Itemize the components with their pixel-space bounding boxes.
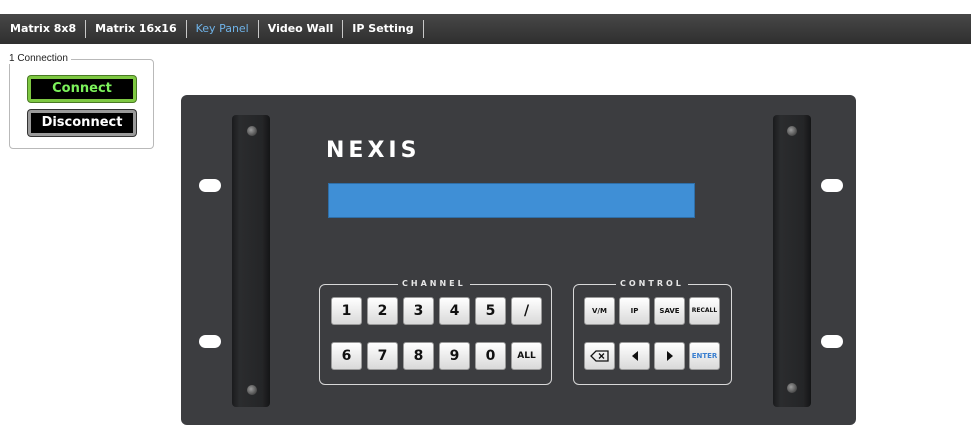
key-panel-device: NEXIS CHANNEL 1 2 3 4 5 / 6 7 8 9 0 ALL … — [181, 95, 856, 425]
channel-group: CHANNEL 1 2 3 4 5 / 6 7 8 9 0 ALL — [319, 278, 552, 385]
screw-icon — [787, 126, 797, 136]
channel-key-1[interactable]: 1 — [331, 297, 362, 325]
channel-key-7[interactable]: 7 — [367, 342, 398, 370]
connection-legend: 1 Connection — [9, 53, 71, 64]
connect-button[interactable]: Connect — [28, 76, 136, 102]
tab-matrix-8x8[interactable]: Matrix 8x8 — [0, 20, 87, 38]
right-rack-handle — [773, 115, 811, 407]
left-rack-handle — [232, 115, 270, 407]
channel-title: CHANNEL — [398, 278, 470, 290]
left-arrow-button[interactable] — [619, 342, 650, 370]
channel-key-4[interactable]: 4 — [439, 297, 470, 325]
mounting-slot — [821, 335, 843, 348]
channel-key-8[interactable]: 8 — [403, 342, 434, 370]
tab-key-panel[interactable]: Key Panel — [187, 20, 259, 38]
control-group: CONTROL V/M IP SAVE RECALL ENTER — [573, 278, 732, 385]
nav-bar: Matrix 8x8 Matrix 16x16 Key Panel Video … — [0, 14, 971, 44]
left-arrow-icon — [631, 351, 638, 361]
mounting-slot — [199, 179, 221, 192]
screw-icon — [787, 383, 797, 393]
backspace-icon — [589, 350, 609, 362]
channel-key-all[interactable]: ALL — [511, 342, 542, 370]
mounting-slot — [199, 335, 221, 348]
screw-icon — [247, 126, 257, 136]
enter-button[interactable]: ENTER — [689, 342, 720, 370]
brand-logo: NEXIS — [326, 138, 421, 163]
backspace-button[interactable] — [584, 342, 615, 370]
channel-key-5[interactable]: 5 — [475, 297, 506, 325]
connection-box: 1 Connection Connect Disconnect — [9, 53, 154, 149]
channel-key-0[interactable]: 0 — [475, 342, 506, 370]
channel-key-6[interactable]: 6 — [331, 342, 362, 370]
tab-ip-setting[interactable]: IP Setting — [343, 20, 424, 38]
recall-button[interactable]: RECALL — [689, 297, 720, 325]
top-navigation: Matrix 8x8 Matrix 16x16 Key Panel Video … — [0, 0, 971, 44]
save-button[interactable]: SAVE — [654, 297, 685, 325]
ip-button[interactable]: IP — [619, 297, 650, 325]
disconnect-button[interactable]: Disconnect — [28, 110, 136, 136]
mounting-slot — [821, 179, 843, 192]
channel-key-9[interactable]: 9 — [439, 342, 470, 370]
screw-icon — [247, 385, 257, 395]
channel-key-slash[interactable]: / — [511, 297, 542, 325]
vm-button[interactable]: V/M — [584, 297, 615, 325]
tab-video-wall[interactable]: Video Wall — [259, 20, 344, 38]
channel-key-3[interactable]: 3 — [403, 297, 434, 325]
channel-key-2[interactable]: 2 — [367, 297, 398, 325]
right-arrow-icon — [666, 351, 673, 361]
control-title: CONTROL — [616, 278, 688, 290]
tab-matrix-16x16[interactable]: Matrix 16x16 — [86, 20, 187, 38]
right-arrow-button[interactable] — [654, 342, 685, 370]
lcd-display — [328, 183, 695, 218]
